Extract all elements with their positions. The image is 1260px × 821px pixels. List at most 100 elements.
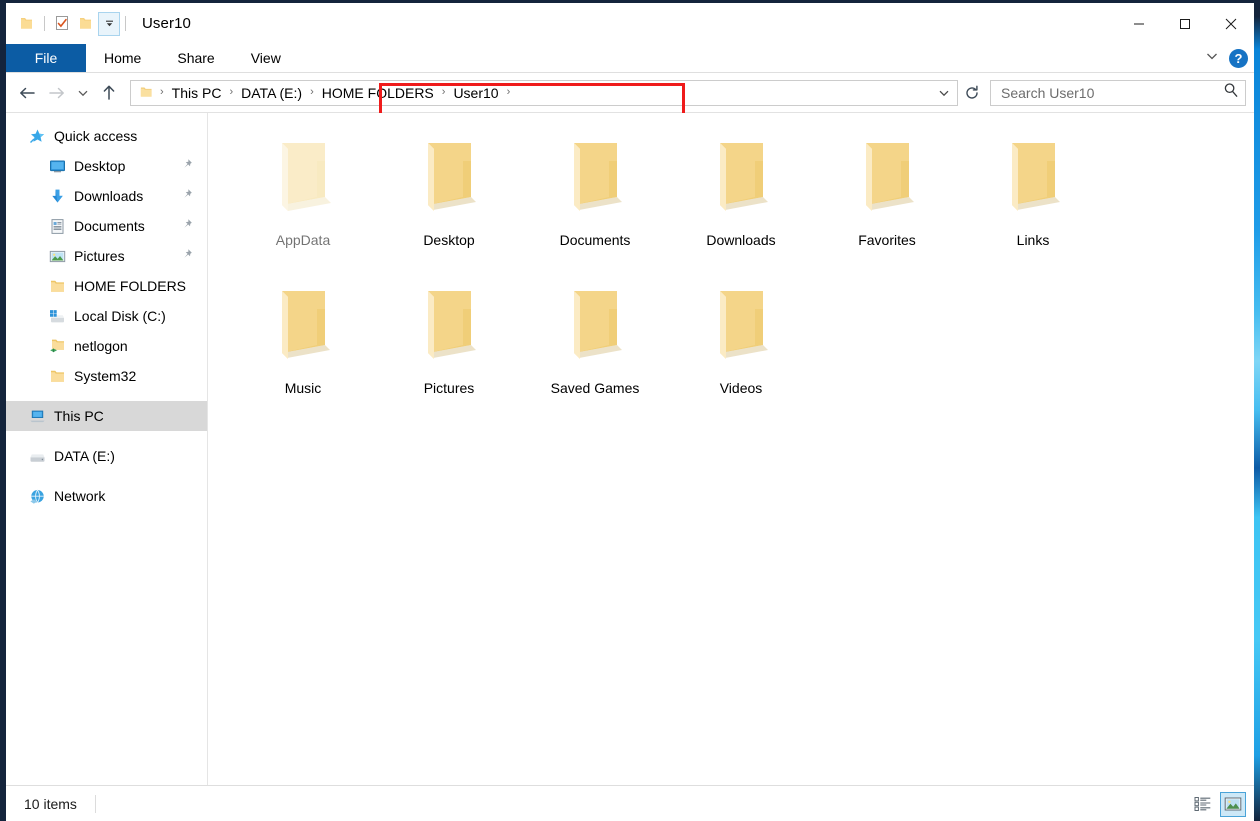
chevron-down-icon[interactable] bbox=[1205, 49, 1219, 68]
tab-view[interactable]: View bbox=[233, 44, 299, 72]
help-button[interactable]: ? bbox=[1229, 49, 1248, 68]
folder-icon bbox=[255, 135, 351, 221]
sidebar-item-documents[interactable]: Documents bbox=[6, 211, 207, 241]
file-name: Videos bbox=[719, 380, 763, 396]
folder-icon bbox=[985, 135, 1081, 221]
desktop-background: User10 File Home Share View ? › This PC … bbox=[0, 0, 1260, 821]
quick-access-toolbar bbox=[6, 11, 131, 36]
sidebar-item-desktop[interactable]: Desktop bbox=[6, 151, 207, 181]
pin-icon[interactable] bbox=[180, 158, 193, 174]
sidebar-item-network[interactable]: Network bbox=[6, 481, 207, 511]
sidebar-item-pictures[interactable]: Pictures bbox=[6, 241, 207, 271]
download-icon bbox=[48, 187, 66, 205]
sidebar-item-quick-access[interactable]: Quick access bbox=[6, 121, 207, 151]
file-tile-appdata[interactable]: AppData bbox=[230, 127, 376, 275]
back-button[interactable] bbox=[12, 78, 42, 108]
file-tile-links[interactable]: Links bbox=[960, 127, 1106, 275]
file-tile-downloads[interactable]: Downloads bbox=[668, 127, 814, 275]
chevron-down-icon[interactable] bbox=[933, 81, 955, 105]
breadcrumb-data-e[interactable]: DATA (E:) bbox=[236, 85, 307, 101]
sidebar-item-label: Local Disk (C:) bbox=[74, 308, 166, 324]
view-toggle-group bbox=[1190, 786, 1246, 821]
breadcrumb-separator-2[interactable]: › bbox=[307, 87, 317, 98]
sidebar-item-label: Desktop bbox=[74, 158, 126, 174]
sidebar-item-label: Network bbox=[54, 488, 106, 504]
sidebar-item-label: This PC bbox=[54, 408, 104, 424]
file-tile-pictures[interactable]: Pictures bbox=[376, 275, 522, 423]
breadcrumb-this-pc[interactable]: This PC bbox=[167, 85, 227, 101]
sidebar-item-label: Quick access bbox=[54, 128, 138, 144]
breadcrumb: › This PC › DATA (E:) › HOME FOLDERS › U… bbox=[137, 81, 933, 105]
new-folder-icon[interactable] bbox=[74, 12, 98, 36]
title-bar: User10 bbox=[6, 3, 1254, 44]
monitor-icon bbox=[48, 157, 66, 175]
sidebar-item-downloads[interactable]: Downloads bbox=[6, 181, 207, 211]
picture-icon bbox=[48, 247, 66, 265]
ribbon-tab-bar: File Home Share View ? bbox=[6, 44, 1254, 73]
file-tile-saved-games[interactable]: Saved Games bbox=[522, 275, 668, 423]
folder-icon bbox=[255, 283, 351, 369]
folder-icon bbox=[547, 283, 643, 369]
file-name: Links bbox=[1016, 232, 1050, 248]
search-icon[interactable] bbox=[1223, 82, 1239, 103]
customize-dropdown-icon[interactable] bbox=[98, 11, 120, 36]
toolbar-separator bbox=[44, 16, 45, 31]
recent-locations-button[interactable] bbox=[72, 78, 94, 108]
file-name: AppData bbox=[275, 232, 331, 248]
breadcrumb-user10[interactable]: User10 bbox=[448, 85, 503, 101]
search-box[interactable] bbox=[990, 79, 1246, 106]
file-tile-documents[interactable]: Documents bbox=[522, 127, 668, 275]
forward-button[interactable] bbox=[42, 78, 72, 108]
minimize-button[interactable] bbox=[1116, 3, 1162, 44]
file-name: Pictures bbox=[423, 380, 475, 396]
breadcrumb-separator-1[interactable]: › bbox=[226, 87, 236, 98]
tab-share[interactable]: Share bbox=[159, 44, 232, 72]
folder-icon bbox=[48, 277, 66, 295]
pin-icon[interactable] bbox=[180, 248, 193, 264]
folder-icon[interactable] bbox=[15, 12, 39, 36]
sidebar-item-this-pc[interactable]: This PC bbox=[6, 401, 207, 431]
harddisk-windows-icon bbox=[48, 307, 66, 325]
sidebar-item-label: Pictures bbox=[74, 248, 125, 264]
file-list-pane[interactable]: AppData Desktop Documents Downloads Favo… bbox=[208, 113, 1254, 785]
sidebar-item-local-disk-c[interactable]: Local Disk (C:) bbox=[6, 301, 207, 331]
sidebar-item-system32[interactable]: System32 bbox=[6, 361, 207, 391]
sidebar-item-home-folders[interactable]: HOME FOLDERS bbox=[6, 271, 207, 301]
tab-file[interactable]: File bbox=[6, 44, 86, 72]
sidebar-item-label: DATA (E:) bbox=[54, 448, 115, 464]
close-button[interactable] bbox=[1208, 3, 1254, 44]
file-name: Music bbox=[284, 380, 322, 396]
breadcrumb-home-folders[interactable]: HOME FOLDERS bbox=[317, 85, 439, 101]
toolbar-separator-2 bbox=[125, 16, 126, 31]
file-tile-videos[interactable]: Videos bbox=[668, 275, 814, 423]
file-tile-favorites[interactable]: Favorites bbox=[814, 127, 960, 275]
refresh-icon[interactable] bbox=[960, 80, 984, 106]
window-controls bbox=[1116, 3, 1254, 44]
details-view-button[interactable] bbox=[1190, 792, 1216, 817]
large-icons-view-button[interactable] bbox=[1220, 791, 1246, 817]
file-explorer-window: User10 File Home Share View ? › This PC … bbox=[6, 3, 1254, 821]
search-input[interactable] bbox=[1001, 84, 1223, 101]
file-tile-desktop[interactable]: Desktop bbox=[376, 127, 522, 275]
file-name: Favorites bbox=[858, 232, 916, 248]
tab-home[interactable]: Home bbox=[86, 44, 159, 72]
explorer-body: Quick access Desktop Downloads Documents… bbox=[6, 112, 1254, 785]
pin-icon[interactable] bbox=[180, 218, 193, 234]
maximize-button[interactable] bbox=[1162, 3, 1208, 44]
breadcrumb-separator-3[interactable]: › bbox=[439, 87, 449, 98]
folder-icon bbox=[839, 135, 935, 221]
sidebar-item-netlogon[interactable]: netlogon bbox=[6, 331, 207, 361]
navigation-pane[interactable]: Quick access Desktop Downloads Documents… bbox=[6, 113, 208, 785]
sidebar-item-data-e[interactable]: DATA (E:) bbox=[6, 441, 207, 471]
pin-icon[interactable] bbox=[180, 188, 193, 204]
file-tile-music[interactable]: Music bbox=[230, 275, 376, 423]
breadcrumb-separator-0: › bbox=[160, 86, 164, 98]
breadcrumb-separator-4[interactable]: › bbox=[504, 87, 514, 98]
icon-grid: AppData Desktop Documents Downloads Favo… bbox=[230, 127, 1240, 423]
up-button[interactable] bbox=[94, 78, 124, 108]
properties-icon[interactable] bbox=[50, 12, 74, 36]
navigation-bar: › This PC › DATA (E:) › HOME FOLDERS › U… bbox=[6, 73, 1254, 117]
sidebar-item-label: HOME FOLDERS bbox=[74, 278, 187, 294]
address-bar[interactable]: › This PC › DATA (E:) › HOME FOLDERS › U… bbox=[130, 79, 958, 117]
